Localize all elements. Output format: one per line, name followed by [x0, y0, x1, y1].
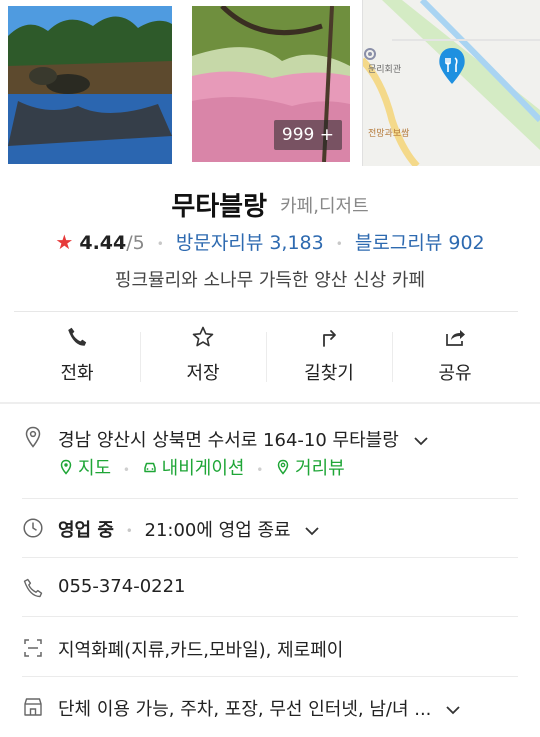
rating-value: 4.44	[79, 232, 127, 254]
call-button[interactable]: 전화	[14, 312, 140, 397]
address-links: 지도 • 내비게이션 • 거리뷰	[58, 454, 345, 480]
navigation-link-label: 내비게이션	[161, 458, 245, 479]
row-divider	[22, 676, 518, 677]
photo-pond[interactable]	[8, 6, 172, 164]
hours-detail: 21:00에 영업 종료	[144, 520, 291, 541]
map-poi-label: 문리회관	[368, 64, 401, 75]
share-label: 공유	[438, 362, 472, 384]
row-divider	[22, 557, 518, 558]
row-divider	[22, 616, 518, 617]
chevron-down-icon[interactable]	[304, 523, 320, 539]
save-button[interactable]: 저장	[140, 312, 266, 397]
photo-strip: 999 + 문리회관 전망과보쌈	[0, 0, 540, 166]
visitor-reviews-link[interactable]: 방문자리뷰 3,183	[176, 232, 324, 254]
chevron-down-icon[interactable]	[445, 702, 461, 718]
map-thumbnail[interactable]: 문리회관 전망과보쌈	[362, 0, 540, 166]
phone-number[interactable]: 055-374-0221	[58, 576, 186, 597]
payment-row: 지역화폐(지류,카드,모바일), 제로페이	[22, 636, 518, 662]
map-poi-label: 전망과보쌈	[368, 128, 409, 139]
rating-star-icon: ★	[55, 230, 74, 254]
call-label: 전화	[60, 362, 94, 384]
separator-dot: •	[156, 236, 164, 251]
map-link-label: 지도	[78, 458, 112, 479]
row-divider	[22, 498, 518, 499]
amenities-row[interactable]: 단체 이용 가능, 주차, 포장, 무선 인터넷, 남/녀 ...	[22, 695, 518, 721]
phone-icon	[65, 325, 89, 349]
separator-dot: •	[125, 524, 133, 538]
store-icon	[22, 696, 44, 718]
place-title-row: 무타블랑 카페,디저트	[0, 186, 540, 223]
address-text: 경남 양산시 상북면 수서로 164-10 무타블랑	[58, 430, 399, 451]
place-name: 무타블랑	[171, 192, 268, 222]
photo-pink-muhly[interactable]: 999 +	[192, 6, 350, 162]
phone-row[interactable]: 055-374-0221	[22, 576, 518, 602]
navigation-link[interactable]: 내비게이션	[142, 454, 245, 480]
streetview-link[interactable]: 거리뷰	[275, 454, 345, 480]
star-icon	[191, 325, 215, 349]
map-link[interactable]: 지도	[58, 454, 111, 480]
amenities-text: 단체 이용 가능, 주차, 포장, 무선 인터넷, 남/녀 ...	[58, 699, 432, 720]
address-text-wrap[interactable]: 경남 양산시 상북면 수서로 164-10 무타블랑	[58, 426, 429, 452]
payment-scan-icon	[22, 637, 44, 659]
rating-review-row: ★ 4.44/5 • 방문자리뷰 3,183 • 블로그리뷰 902	[0, 228, 540, 255]
location-pin-icon	[22, 426, 44, 448]
place-description: 핑크뮬리와 소나무 가득한 양산 신상 카페	[114, 270, 426, 291]
section-divider	[0, 402, 540, 404]
car-icon	[143, 462, 156, 473]
separator-dot: •	[256, 463, 264, 477]
phone-outline-icon	[22, 577, 44, 599]
share-button[interactable]: 공유	[392, 312, 518, 397]
map-pin-small-icon	[60, 459, 72, 475]
streetview-pin-icon	[277, 459, 289, 475]
place-category: 카페,디저트	[280, 195, 369, 217]
chevron-down-icon[interactable]	[413, 433, 429, 449]
rating-max: /5	[126, 232, 145, 254]
separator-dot: •	[335, 236, 343, 251]
payment-methods: 지역화폐(지류,카드,모바일), 제로페이	[58, 640, 344, 661]
photo-count-badge[interactable]: 999 +	[273, 120, 342, 150]
action-bar: 전화 저장 길찾기 공유	[14, 311, 518, 397]
separator-dot: •	[122, 463, 130, 477]
streetview-link-label: 거리뷰	[295, 458, 345, 479]
hours-status: 영업 중	[58, 520, 114, 541]
address-row: 경남 양산시 상북면 수서로 164-10 무타블랑 지도 • 내비게이션 • …	[22, 424, 518, 484]
save-label: 저장	[186, 362, 220, 384]
blog-reviews-link[interactable]: 블로그리뷰 902	[355, 232, 485, 254]
share-icon	[443, 325, 467, 349]
directions-label: 길찾기	[304, 362, 354, 384]
clock-icon	[22, 517, 44, 539]
hours-row[interactable]: 영업 중 • 21:00에 영업 종료	[22, 516, 518, 542]
directions-icon	[317, 325, 341, 349]
directions-button[interactable]: 길찾기	[266, 312, 392, 397]
